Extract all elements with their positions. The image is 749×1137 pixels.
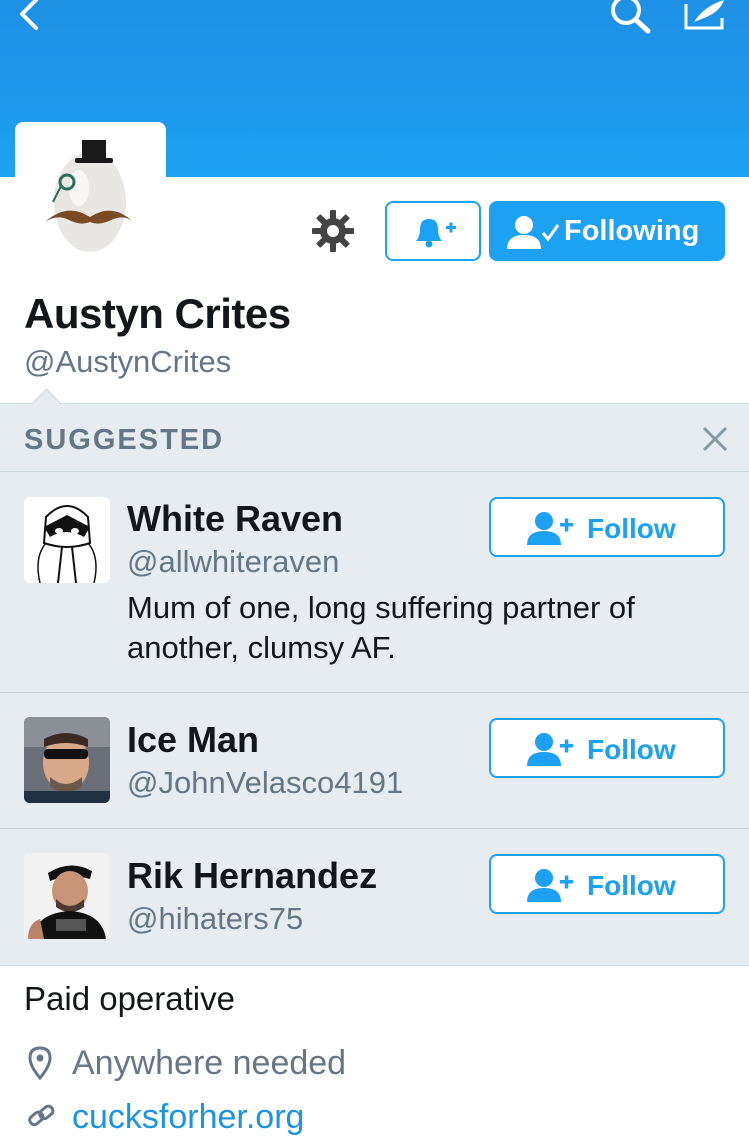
- profile-avatar[interactable]: [15, 122, 166, 273]
- suggested-user-avatar[interactable]: [24, 717, 110, 803]
- follow-button[interactable]: Follow: [489, 497, 725, 557]
- user-plus-icon: [527, 733, 573, 766]
- suggested-user-handle: @hihaters75: [127, 901, 304, 936]
- follow-label: Follow: [587, 870, 676, 901]
- suggested-title: SUGGESTED: [24, 424, 225, 456]
- follow-label: Follow: [587, 734, 676, 765]
- user-check-icon: [507, 216, 560, 249]
- following-label: Following: [564, 215, 700, 247]
- profile-location: Anywhere needed: [72, 1044, 347, 1082]
- user-plus-icon: [527, 869, 573, 902]
- follow-label: Follow: [587, 513, 676, 544]
- search-icon[interactable]: [606, 0, 656, 34]
- bell-plus-icon: [416, 219, 456, 248]
- close-icon[interactable]: [700, 424, 730, 454]
- user-plus-icon: [527, 512, 573, 545]
- follow-button[interactable]: Follow: [489, 718, 725, 778]
- back-icon[interactable]: [6, 0, 46, 34]
- suggested-user-name[interactable]: White Raven: [127, 498, 343, 540]
- suggested-panel: SUGGESTED White Raven @allwhiteraven Mum…: [0, 403, 749, 966]
- profile-bio: Paid operative: [24, 980, 235, 1017]
- following-button[interactable]: Following: [489, 201, 725, 261]
- suggested-user-name[interactable]: Ice Man: [127, 719, 259, 761]
- suggested-user-name[interactable]: Rik Hernandez: [127, 855, 377, 897]
- suggested-user-row[interactable]: White Raven @allwhiteraven Mum of one, l…: [0, 472, 749, 692]
- follow-button[interactable]: Follow: [489, 854, 725, 914]
- suggested-user-handle: @JohnVelasco4191: [127, 765, 404, 800]
- profile-handle: @AustynCrites: [24, 344, 232, 379]
- profile-name: Austyn Crites: [24, 290, 291, 337]
- compose-icon[interactable]: [680, 0, 730, 34]
- suggested-user-avatar[interactable]: [24, 497, 110, 583]
- gear-icon[interactable]: [310, 208, 356, 254]
- profile-website-link[interactable]: cucksforher.org: [72, 1098, 304, 1137]
- suggested-user-row[interactable]: Rik Hernandez @hihaters75 Follow: [0, 829, 749, 965]
- suggested-user-bio: Mum of one, long suffering partner of an…: [127, 590, 635, 665]
- suggested-user-handle: @allwhiteraven: [127, 544, 340, 579]
- notifications-button[interactable]: [385, 201, 481, 261]
- link-icon: [28, 1104, 55, 1127]
- suggested-user-avatar[interactable]: [24, 853, 110, 939]
- location-pin-icon: [28, 1046, 52, 1080]
- suggested-user-row[interactable]: Ice Man @JohnVelasco4191 Follow: [0, 693, 749, 828]
